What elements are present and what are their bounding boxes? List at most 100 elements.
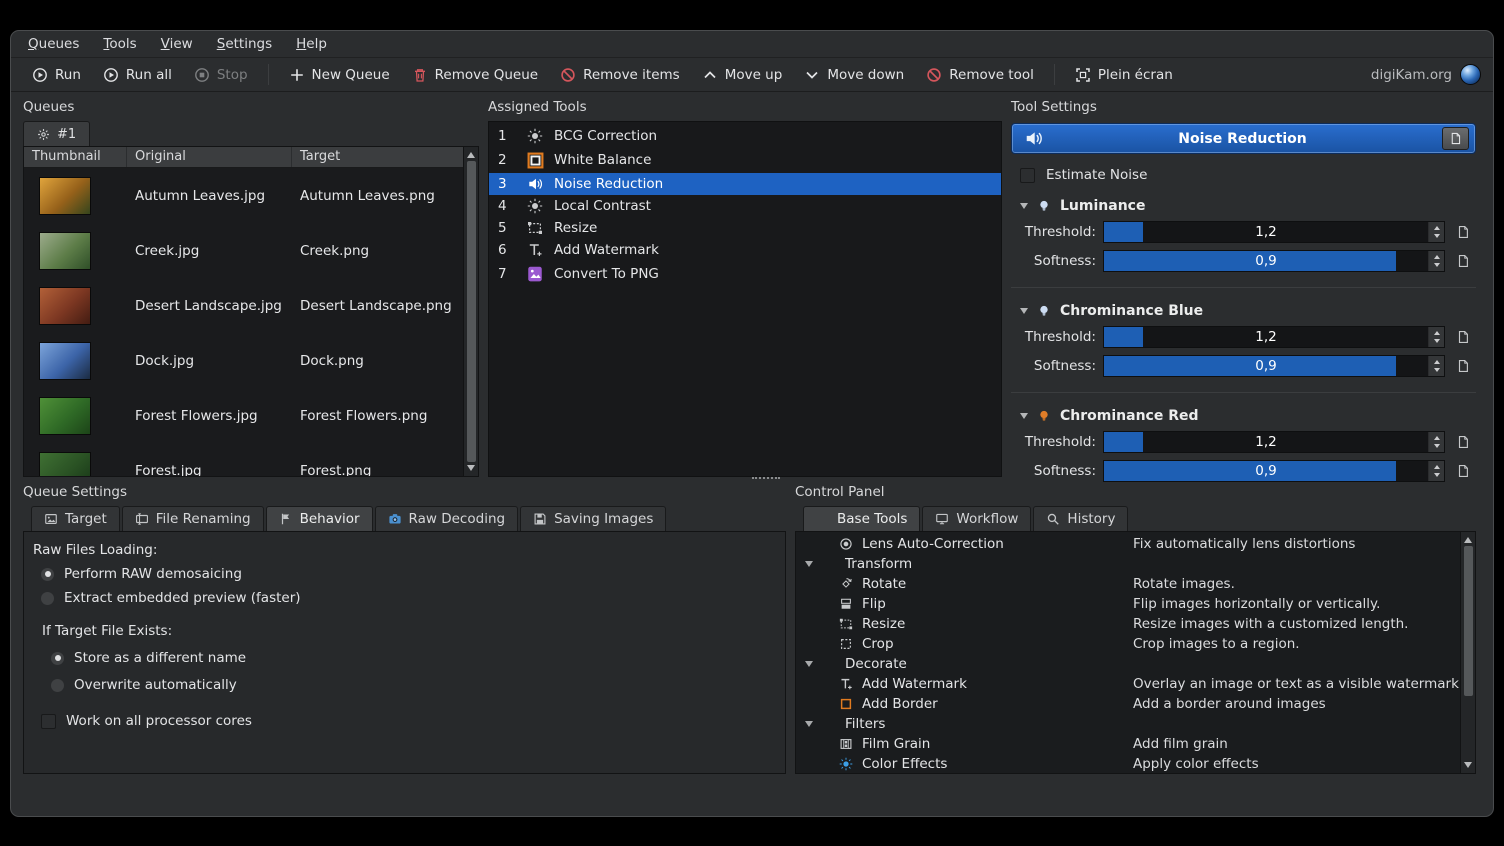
radio-icon[interactable] — [51, 652, 64, 665]
tool-row-local-contrast[interactable]: 4 Local Contrast — [489, 195, 1001, 217]
spin-up-icon[interactable] — [1434, 465, 1440, 469]
column-header-target[interactable]: Target — [292, 147, 463, 167]
tab-saving-images[interactable]: Saving Images — [520, 506, 666, 531]
cores-checkbox[interactable] — [41, 714, 56, 729]
menu-queues[interactable]: Queues — [28, 36, 79, 52]
spin-buttons[interactable] — [1428, 222, 1444, 242]
spin-buttons[interactable] — [1428, 356, 1444, 376]
radio-extract-embedded-preview[interactable]: Extract embedded preview (faster) — [41, 590, 785, 606]
radio-icon[interactable] — [41, 592, 54, 605]
tree-group-transform[interactable]: Transform — [796, 554, 1460, 574]
scrollbar-thumb[interactable] — [1464, 546, 1473, 696]
remove-queue-button[interactable]: Remove Queue — [403, 63, 547, 87]
reset-default-button[interactable] — [1456, 359, 1470, 373]
tree-group-decorate[interactable]: Decorate — [796, 654, 1460, 674]
scroll-down-icon[interactable] — [1464, 762, 1472, 768]
spin-buttons[interactable] — [1428, 461, 1444, 481]
tree-item-crop[interactable]: Crop Crop images to a region. — [796, 634, 1460, 654]
tree-item-lens-auto-correction[interactable]: Lens Auto-Correction Fix automatically l… — [796, 534, 1460, 554]
threshold-slider[interactable]: 1,2 — [1103, 431, 1445, 453]
scroll-up-icon[interactable] — [467, 152, 475, 158]
collapse-arrow-icon[interactable] — [1020, 203, 1028, 209]
run-all-button[interactable]: Run all — [94, 63, 181, 87]
tree-item-color-effects[interactable]: Color Effects Apply color effects — [796, 754, 1460, 773]
spin-up-icon[interactable] — [1434, 255, 1440, 259]
tool-row-bcg-correction[interactable]: 1 BCG Correction — [489, 125, 1001, 147]
tab-base-tools[interactable]: Base Tools — [803, 506, 920, 531]
column-header-original[interactable]: Original — [127, 147, 292, 167]
spin-down-icon[interactable] — [1434, 234, 1440, 238]
splitter-handle[interactable] — [752, 477, 780, 483]
table-row[interactable]: Forest.jpg Forest.png — [24, 443, 463, 476]
softness-slider[interactable]: 0,9 — [1103, 355, 1445, 377]
queue-table-scrollbar[interactable] — [463, 147, 478, 476]
tab-workflow[interactable]: Workflow — [922, 506, 1031, 531]
collapse-arrow-icon[interactable] — [1020, 308, 1028, 314]
fullscreen-button[interactable]: Plein écran — [1066, 63, 1182, 87]
tool-row-white-balance[interactable]: 2 White Balance — [489, 147, 1001, 173]
collapse-arrow-icon[interactable] — [805, 721, 813, 727]
reset-default-button[interactable] — [1456, 464, 1470, 478]
spin-up-icon[interactable] — [1434, 360, 1440, 364]
scrollbar-thumb[interactable] — [467, 161, 476, 462]
remove-tool-button[interactable]: Remove tool — [917, 63, 1043, 87]
table-row[interactable]: Autumn Leaves.jpg Autumn Leaves.png — [24, 168, 463, 223]
scroll-up-icon[interactable] — [1464, 537, 1472, 543]
tree-item-flip[interactable]: Flip Flip images horizontally or vertica… — [796, 594, 1460, 614]
reset-default-button[interactable] — [1456, 254, 1470, 268]
table-row[interactable]: Desert Landscape.jpg Desert Landscape.pn… — [24, 278, 463, 333]
softness-slider[interactable]: 0,9 — [1103, 460, 1445, 482]
queue-tab-1[interactable]: #1 — [23, 121, 90, 146]
radio-icon[interactable] — [51, 679, 64, 692]
spin-down-icon[interactable] — [1434, 339, 1440, 343]
scroll-down-icon[interactable] — [467, 465, 475, 471]
table-row[interactable]: Dock.jpg Dock.png — [24, 333, 463, 388]
spin-up-icon[interactable] — [1434, 226, 1440, 230]
tool-row-add-watermark[interactable]: 6 Add Watermark — [489, 239, 1001, 261]
tree-scrollbar[interactable] — [1460, 532, 1475, 773]
radio-icon[interactable] — [41, 568, 54, 581]
radio-store-different-name[interactable]: Store as a different name — [51, 650, 785, 666]
new-queue-button[interactable]: New Queue — [280, 63, 399, 87]
softness-slider[interactable]: 0,9 — [1103, 250, 1445, 272]
spin-down-icon[interactable] — [1434, 368, 1440, 372]
remove-items-button[interactable]: Remove items — [551, 63, 689, 87]
section-chrominance-red[interactable]: Chrominance Red — [1011, 408, 1476, 424]
section-luminance[interactable]: Luminance — [1011, 198, 1476, 214]
reset-default-button[interactable] — [1456, 435, 1470, 449]
run-button[interactable]: Run — [23, 63, 90, 87]
tree-item-resize[interactable]: Resize Resize images with a customized l… — [796, 614, 1460, 634]
tool-row-noise-reduction[interactable]: 3 Noise Reduction — [489, 173, 1001, 195]
tab-behavior[interactable]: Behavior — [266, 506, 373, 531]
column-header-thumbnail[interactable]: Thumbnail — [24, 147, 127, 167]
digikam-brand[interactable]: digiKam.org — [1371, 64, 1481, 85]
tab-file-renaming[interactable]: File Renaming — [122, 506, 264, 531]
menu-tools[interactable]: Tools — [103, 36, 136, 52]
spin-down-icon[interactable] — [1434, 263, 1440, 267]
spin-buttons[interactable] — [1428, 251, 1444, 271]
tool-row-resize[interactable]: 5 Resize — [489, 217, 1001, 239]
collapse-arrow-icon[interactable] — [805, 661, 813, 667]
estimate-noise-option[interactable]: Estimate Noise — [1020, 167, 1476, 183]
spin-buttons[interactable] — [1428, 327, 1444, 347]
spin-down-icon[interactable] — [1434, 444, 1440, 448]
tree-item-add-border[interactable]: Add Border Add a border around images — [796, 694, 1460, 714]
tree-group-filters[interactable]: Filters — [796, 714, 1460, 734]
radio-perform-raw-demosaicing[interactable]: Perform RAW demosaicing — [41, 566, 785, 582]
menu-help[interactable]: Help — [296, 36, 327, 52]
tree-item-film-grain[interactable]: Film Grain Add film grain — [796, 734, 1460, 754]
spin-buttons[interactable] — [1428, 432, 1444, 452]
section-chrominance-blue[interactable]: Chrominance Blue — [1011, 303, 1476, 319]
collapse-arrow-icon[interactable] — [805, 561, 813, 567]
tree-item-add-watermark[interactable]: Add Watermark Overlay an image or text a… — [796, 674, 1460, 694]
reset-default-button[interactable] — [1456, 330, 1470, 344]
threshold-slider[interactable]: 1,2 — [1103, 326, 1445, 348]
estimate-noise-checkbox[interactable] — [1020, 168, 1035, 183]
tool-properties-button[interactable] — [1442, 127, 1469, 150]
tree-item-rotate[interactable]: Rotate Rotate images. — [796, 574, 1460, 594]
move-down-button[interactable]: Move down — [795, 63, 913, 87]
table-row[interactable]: Forest Flowers.jpg Forest Flowers.png — [24, 388, 463, 443]
collapse-arrow-icon[interactable] — [1020, 413, 1028, 419]
spin-up-icon[interactable] — [1434, 331, 1440, 335]
spin-down-icon[interactable] — [1434, 473, 1440, 477]
